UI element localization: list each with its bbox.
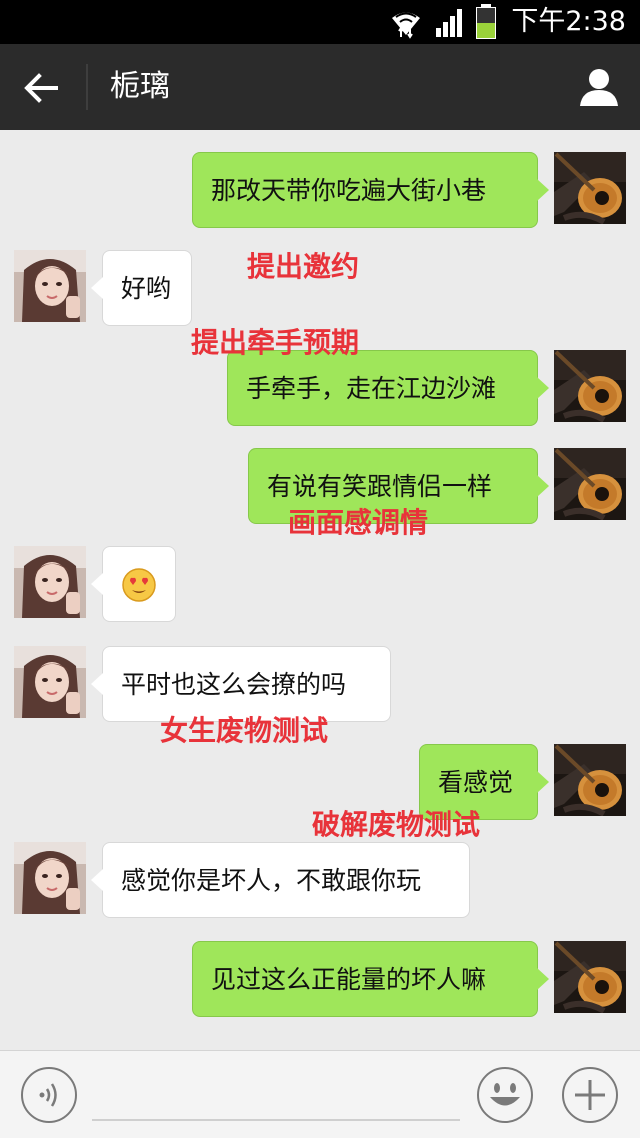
plus-icon[interactable] <box>561 1066 619 1124</box>
annotation-label: 破解废物测试 <box>312 808 481 841</box>
avatar-contact[interactable] <box>14 842 86 914</box>
avatar-self[interactable] <box>554 152 626 224</box>
message-bubble-outgoing[interactable]: 那改天带你吃遍大街小巷 <box>192 152 549 228</box>
avatar-contact[interactable] <box>14 250 86 322</box>
guitar-avatar-image <box>554 350 626 422</box>
message-input[interactable] <box>92 1071 460 1121</box>
avatar-self[interactable] <box>554 448 626 520</box>
smiley-icon[interactable] <box>476 1066 534 1124</box>
avatar-self[interactable] <box>554 350 626 422</box>
contact-avatar-image <box>14 646 86 718</box>
arrow-left-icon[interactable] <box>18 65 64 111</box>
signal-icon <box>436 9 462 37</box>
annotation-label: 提出牵手预期 <box>191 326 360 359</box>
annotation-label: 提出邀约 <box>247 250 360 283</box>
message-bubble-outgoing[interactable]: 手牵手，走在江边沙滩 <box>227 350 549 426</box>
message-bubble-incoming[interactable]: 好哟 <box>91 250 192 326</box>
battery-icon <box>476 4 496 39</box>
guitar-avatar-image <box>554 152 626 224</box>
avatar-self[interactable] <box>554 744 626 816</box>
status-time: 下午2:38 <box>511 6 626 37</box>
status-bar: 下午2:38 <box>0 0 640 44</box>
wifi-icon <box>392 12 420 39</box>
annotation-label: 女生废物测试 <box>160 714 329 747</box>
contact-avatar-image <box>14 546 86 618</box>
guitar-avatar-image <box>554 448 626 520</box>
message-bubble-incoming[interactable] <box>91 546 176 622</box>
title-bar: 栀璃 <box>0 44 640 130</box>
voice-icon[interactable] <box>20 1066 78 1124</box>
chat-area[interactable]: 那改天带你吃遍大街小巷 好哟 手牵手，走在江边沙滩 有说有笑跟情侣一样 平时也这… <box>0 130 640 1050</box>
avatar-self[interactable] <box>554 941 626 1013</box>
person-icon[interactable] <box>578 66 620 108</box>
page-title: 栀璃 <box>110 69 170 104</box>
message-bubble-incoming[interactable]: 平时也这么会撩的吗 <box>91 646 391 722</box>
avatar-contact[interactable] <box>14 646 86 718</box>
heart-eyes-emoji-icon <box>122 568 156 602</box>
guitar-avatar-image <box>554 744 626 816</box>
contact-avatar-image <box>14 250 86 322</box>
input-bar <box>0 1050 640 1138</box>
message-bubble-outgoing[interactable]: 见过这么正能量的坏人嘛 <box>192 941 549 1017</box>
avatar-contact[interactable] <box>14 546 86 618</box>
message-bubble-incoming[interactable]: 感觉你是坏人，不敢跟你玩 <box>91 842 470 918</box>
contact-avatar-image <box>14 842 86 914</box>
title-divider <box>86 64 88 110</box>
annotation-label: 画面感调情 <box>288 506 429 539</box>
guitar-avatar-image <box>554 941 626 1013</box>
